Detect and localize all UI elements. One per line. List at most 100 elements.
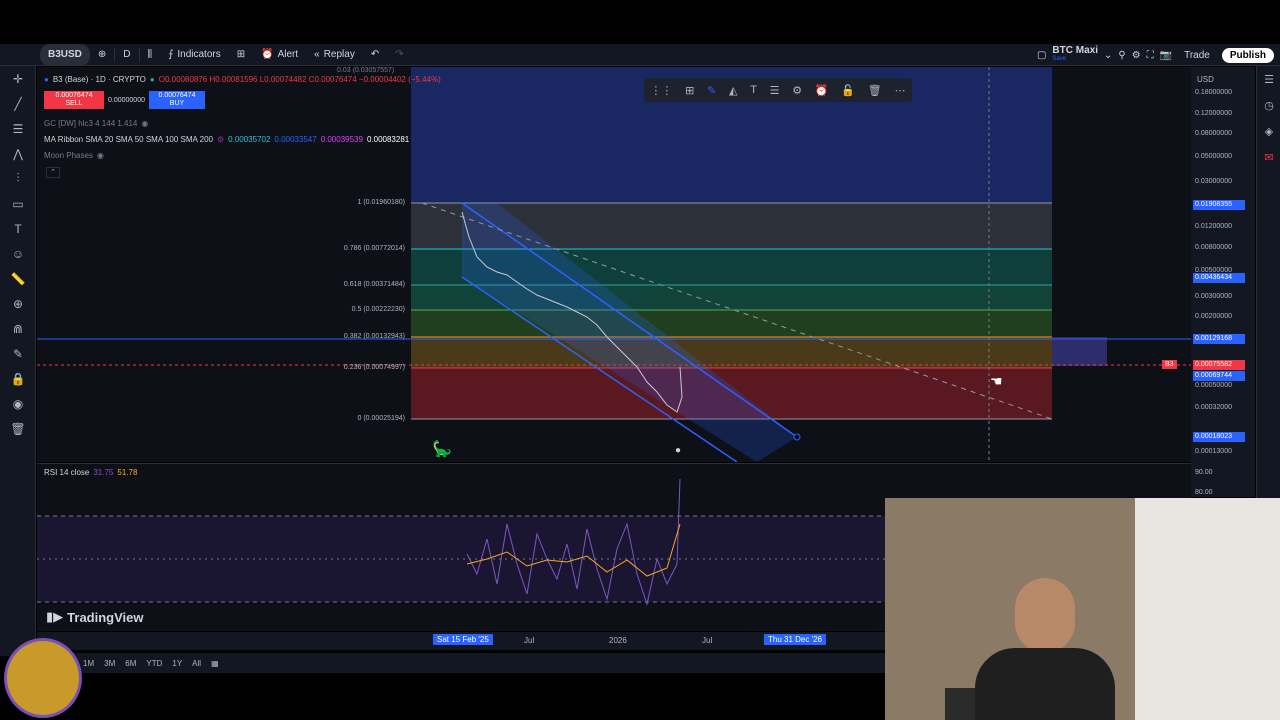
quick-search-icon[interactable]: ⚲ bbox=[1118, 50, 1125, 61]
line-style-icon[interactable]: ☰ bbox=[770, 84, 780, 97]
range-1y-button[interactable]: 1Y bbox=[172, 659, 182, 668]
lock-icon[interactable]: 🔒 bbox=[0, 366, 36, 391]
price-tick: 0.00300000 bbox=[1195, 293, 1232, 300]
price-axis[interactable]: USD 0.18000000 0.12000000 0.08000000 0.0… bbox=[1191, 67, 1255, 497]
ma-value-200: 0.00083281 bbox=[366, 135, 410, 144]
replay-button[interactable]: «Replay bbox=[306, 44, 363, 66]
chat-icon[interactable]: ✉ bbox=[1257, 144, 1280, 170]
templates-icon[interactable]: ⊞ bbox=[229, 44, 253, 66]
calendar-range-icon[interactable]: ▦ bbox=[211, 659, 219, 668]
undo-icon[interactable]: ↶ bbox=[363, 44, 387, 66]
price-tick: 0.00800000 bbox=[1195, 244, 1232, 251]
drawing-toolbar: ✛ ╱ ☰ ⋀ ⫶ ▭ T ☺ 📏 ⊕ ⋒ ✎ 🔒 ◉ 🗑 bbox=[0, 66, 36, 656]
templates-icon[interactable]: ⊞ bbox=[685, 84, 694, 97]
currency-selector[interactable]: USD bbox=[1197, 75, 1214, 84]
price-tag: 0.00129168 bbox=[1193, 334, 1245, 344]
projection-tool-icon[interactable]: ⫶ bbox=[0, 166, 36, 191]
interval-button[interactable]: D bbox=[115, 44, 138, 66]
drag-handle-icon[interactable]: ⋮⋮ bbox=[650, 84, 672, 97]
sell-button[interactable]: 0.00076474 SELL bbox=[44, 91, 104, 109]
add-symbol-icon[interactable]: ⊕ bbox=[90, 44, 114, 66]
symbol-search-button[interactable]: B3USD bbox=[40, 43, 90, 66]
range-3m-button[interactable]: 3M bbox=[104, 659, 115, 668]
channel-handle[interactable] bbox=[793, 433, 801, 441]
zoom-tool-icon[interactable]: ⊕ bbox=[0, 291, 36, 316]
layout-icon[interactable]: ▢ bbox=[1037, 50, 1046, 61]
trade-button[interactable]: Trade bbox=[1178, 50, 1216, 61]
text-tool-icon[interactable]: T bbox=[0, 216, 36, 241]
publish-button[interactable]: Publish bbox=[1221, 47, 1274, 63]
brush-tool-icon[interactable]: ▭ bbox=[0, 191, 36, 216]
range-all-button[interactable]: All bbox=[192, 659, 201, 668]
range-1m-button[interactable]: 1M bbox=[83, 659, 94, 668]
fullscreen-icon[interactable]: ⛶ bbox=[1147, 50, 1154, 61]
ma-value-50: 0.00033547 bbox=[274, 135, 317, 144]
fib-label-5: 0.5 (0.00222230) bbox=[351, 306, 405, 313]
range-6m-button[interactable]: 6M bbox=[125, 659, 136, 668]
pattern-tool-icon[interactable]: ⋀ bbox=[0, 141, 36, 166]
line-color-icon[interactable]: ✎ bbox=[707, 84, 716, 97]
fib-label-786: 0.786 (0.00772014) bbox=[343, 245, 405, 252]
alerts-clock-icon[interactable]: ◷ bbox=[1257, 92, 1280, 118]
layout-name: BTC Maxi bbox=[1052, 45, 1098, 56]
cursor-icon[interactable]: ✛ bbox=[0, 66, 36, 91]
ma-ribbon-legend[interactable]: MA Ribbon SMA 20 SMA 50 SMA 100 SMA 200 … bbox=[44, 135, 409, 144]
trash-icon[interactable]: 🗑 bbox=[0, 416, 36, 441]
price-range-box bbox=[1052, 337, 1107, 366]
event-flag-icon[interactable]: ● bbox=[675, 445, 681, 456]
pencil-lock-icon[interactable]: ✎ bbox=[0, 341, 36, 366]
symbol-title[interactable]: B3 (Base) · 1D · CRYPTO bbox=[53, 75, 146, 84]
moon-phases-legend[interactable]: Moon Phases ◉ bbox=[44, 151, 104, 160]
webcam-overlay bbox=[885, 498, 1280, 720]
trash-icon[interactable]: 🗑 bbox=[868, 84, 882, 97]
settings-icon[interactable]: ⚙ bbox=[217, 135, 224, 144]
trend-line-icon[interactable]: ╱ bbox=[0, 91, 36, 116]
eye-hidden-icon[interactable]: ◉ bbox=[97, 151, 104, 160]
lock-icon[interactable]: 🔓 bbox=[841, 84, 855, 97]
gc-indicator-legend[interactable]: GC [DW] hlc3 4 144 1.414 ◉ bbox=[44, 119, 148, 128]
price-tag: 0.00436434 bbox=[1193, 273, 1245, 283]
time-end-label: Thu 31 Dec '26 bbox=[764, 634, 827, 645]
candle-type-icon[interactable]: ⫼ bbox=[140, 44, 161, 66]
settings-gear-icon[interactable]: ⚙ bbox=[1132, 50, 1141, 61]
price-tick: 0.08000000 bbox=[1195, 130, 1232, 137]
tv-logo-icon: ▮▶ bbox=[46, 609, 64, 624]
emoji-tool-icon[interactable]: ☺ bbox=[0, 241, 36, 266]
alert-add-icon[interactable]: ⏰ bbox=[815, 84, 829, 97]
indicators-button[interactable]: ⨍ Indicators bbox=[160, 44, 229, 66]
webcam-wall bbox=[1135, 498, 1280, 720]
chart-canvas[interactable] bbox=[37, 67, 1191, 462]
fill-color-icon[interactable]: ◭ bbox=[729, 84, 737, 97]
measure-tool-icon[interactable]: 📏 bbox=[0, 266, 36, 291]
rsi-legend[interactable]: RSI 14 close 31.75 51.78 bbox=[44, 468, 137, 477]
price-tick: 0.18000000 bbox=[1195, 89, 1232, 96]
price-tick: 0.12000000 bbox=[1195, 110, 1232, 117]
camera-icon[interactable]: 📷 bbox=[1160, 50, 1172, 61]
range-ytd-button[interactable]: YTD bbox=[146, 659, 162, 668]
layout-name-button[interactable]: BTC Maxi Save bbox=[1052, 46, 1098, 64]
eye-icon[interactable]: ◉ bbox=[0, 391, 36, 416]
magnet-icon[interactable]: ⋒ bbox=[0, 316, 36, 341]
watchlist-icon[interactable]: ☰ bbox=[1257, 66, 1280, 92]
text-color-icon[interactable]: T bbox=[750, 84, 757, 96]
price-tick: 0.00050000 bbox=[1195, 382, 1232, 389]
indicators-label: Indicators bbox=[177, 49, 221, 60]
time-label: Jul bbox=[702, 636, 713, 645]
fib-tool-icon[interactable]: ☰ bbox=[0, 116, 36, 141]
alert-button[interactable]: ⏰ Alert bbox=[253, 44, 306, 66]
price-tag: 0.01908355 bbox=[1193, 200, 1245, 210]
redo-icon[interactable]: ↷ bbox=[387, 44, 411, 66]
main-chart[interactable]: 1 (0.01960180) 0.786 (0.00772014) 0.618 … bbox=[37, 67, 1191, 462]
dino-icon: 🦕 bbox=[432, 441, 452, 458]
more-icon[interactable]: ⋯ bbox=[894, 84, 905, 97]
fib-zone-382 bbox=[411, 337, 1052, 368]
collapse-legend-button[interactable]: ⌃ bbox=[46, 167, 60, 178]
buy-button[interactable]: 0.00076474 BUY bbox=[148, 91, 205, 109]
eye-hidden-icon[interactable]: ◉ bbox=[141, 119, 148, 128]
chevron-down-icon[interactable]: ⌄ bbox=[1104, 50, 1112, 61]
layers-icon[interactable]: ◈ bbox=[1257, 118, 1280, 144]
fib-label-0: 0 (0.00025194) bbox=[357, 415, 405, 422]
floating-drawing-toolbar: ⋮⋮ ⊞ ✎ ◭ T ☰ ⚙ ⏰ 🔓 🗑 ⋯ bbox=[644, 78, 912, 102]
settings-icon[interactable]: ⚙ bbox=[792, 84, 802, 97]
buy-label: BUY bbox=[169, 100, 185, 107]
